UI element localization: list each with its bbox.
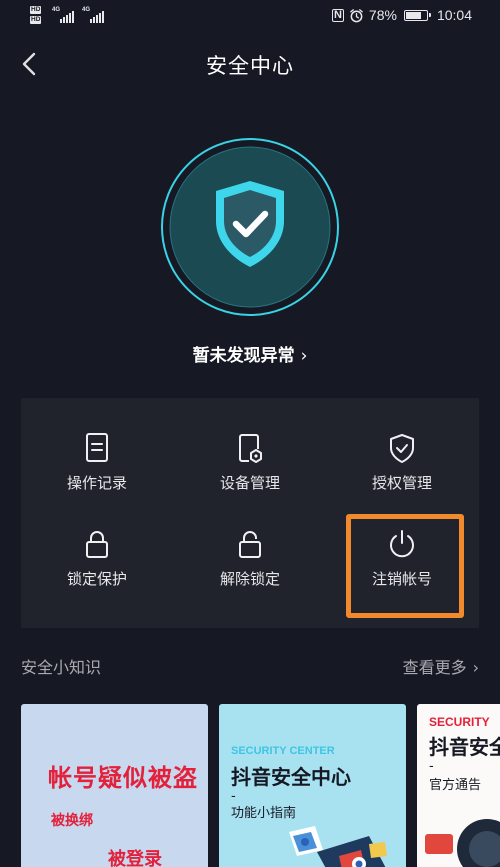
see-more-label: 查看更多 [402,658,467,677]
lock-icon [86,531,108,558]
tool-label: 设备管理 [219,474,280,492]
nfc-icon: N [331,8,344,22]
battery-percent: 78% [368,7,397,23]
status-icons: N 78% 10:04 [331,7,472,23]
device-gear-icon [239,434,262,463]
security-status-text: 暂未发现异常 [192,346,295,366]
power-icon [390,530,414,558]
knowledge-cards: 帐号疑似被盗 被换绑 被登录 SECURITY CENTER 抖音安全中心 - … [21,704,500,867]
security-status-link[interactable]: 暂未发现异常 › [0,341,500,366]
card-title: 帐号疑似被盗 [48,764,198,792]
card-title: 抖音安全中心 [231,765,351,789]
status-bar: HD HD 4G 4G N 78% 10:04 [0,0,500,34]
network-indicators: HD HD 4G 4G [30,5,110,27]
unlock-icon [239,531,261,558]
tool-label: 锁定保护 [66,570,127,588]
card-eyebrow: SECURITY CENTER [231,745,335,757]
battery-icon [403,9,431,21]
card-subtitle: 官方通告 [429,778,482,793]
security-tools-panel: 操作记录 设备管理 授权管理 锁定保护 解除锁定 注销帐号 [21,398,479,628]
chevron-right-icon: › [472,658,479,677]
tool-lock-protection[interactable]: 锁定保护 [21,528,173,624]
card-illustration [289,826,387,867]
tool-operation-log[interactable]: 操作记录 [21,432,173,528]
tool-authorization-management[interactable]: 授权管理 [326,432,478,528]
signal-icon: 4G [82,7,106,25]
card-illustration [425,819,500,867]
nav-bar: 安全中心 [0,40,500,88]
network-type-2: 4G [82,7,91,13]
page-title: 安全中心 [206,54,294,78]
hd-icon: HD [30,6,42,14]
document-icon [86,433,108,462]
alarm-icon [350,8,363,22]
card-title: 抖音安全 [429,735,500,759]
knowledge-section-header: 安全小知识 查看更多 › [21,654,479,678]
chevron-right-icon: › [300,346,308,366]
clock: 10:04 [436,7,472,23]
card-line-1: 被换绑 [51,813,93,829]
network-type-1: 4G [52,7,61,13]
section-title: 安全小知识 [21,658,102,677]
hd-icon: HD [30,16,42,24]
tool-label: 注销帐号 [371,570,432,588]
see-more-link[interactable]: 查看更多 › [403,654,479,678]
tool-unlock[interactable]: 解除锁定 [174,528,326,624]
tool-deactivate-account[interactable]: 注销帐号 [326,528,478,624]
shield-check-icon [161,138,339,316]
tool-label: 操作记录 [66,474,127,492]
knowledge-card-stolen-account[interactable]: 帐号疑似被盗 被换绑 被登录 [21,704,208,867]
card-dash: - [429,759,434,774]
knowledge-card-security-guide[interactable]: SECURITY CENTER 抖音安全中心 - 功能小指南 [219,704,406,867]
tool-device-management[interactable]: 设备管理 [174,432,326,528]
shield-check-small-icon [390,434,414,463]
security-status-graphic [160,137,340,317]
signal-icon: 4G [52,7,76,25]
knowledge-card-official-notice[interactable]: SECURITY 抖音安全 - 官方通告 [417,704,500,867]
card-eyebrow: SECURITY [429,715,490,729]
card-line-2: 被登录 [108,849,162,867]
tool-label: 解除锁定 [219,570,280,588]
tool-label: 授权管理 [371,474,432,492]
